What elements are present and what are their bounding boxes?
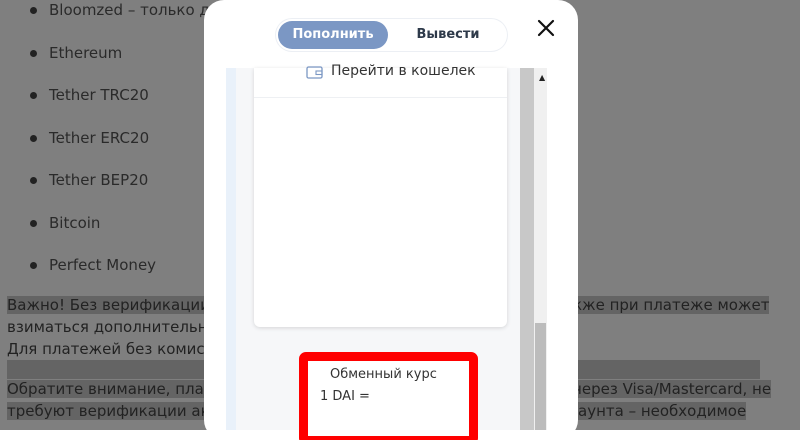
- close-icon: [537, 19, 555, 37]
- tab-switcher: Пополнить Вывести: [276, 19, 507, 51]
- tab-withdraw[interactable]: Вывести: [391, 21, 505, 49]
- wallet-link[interactable]: Перейти в кошелек: [331, 63, 476, 79]
- payment-modal: Пополнить Вывести Перейти в кошелек ▲ Об…: [204, 0, 578, 440]
- wallet-link-row[interactable]: Перейти в кошелек: [254, 63, 507, 98]
- scrollbar-thumb[interactable]: [535, 323, 546, 430]
- wallet-icon: [306, 66, 323, 79]
- tab-deposit[interactable]: Пополнить: [278, 21, 388, 49]
- scroll-up-arrow-icon[interactable]: ▲: [539, 73, 545, 82]
- exchange-rate-value: 1 DAI =: [320, 389, 370, 404]
- exchange-rate-title: Обменный курс: [330, 367, 437, 382]
- wallet-card: Перейти в кошелек: [254, 63, 507, 327]
- content-divider: [520, 68, 534, 430]
- close-button[interactable]: [534, 16, 558, 40]
- exchange-rate-box: Обменный курс 1 DAI =: [299, 352, 478, 440]
